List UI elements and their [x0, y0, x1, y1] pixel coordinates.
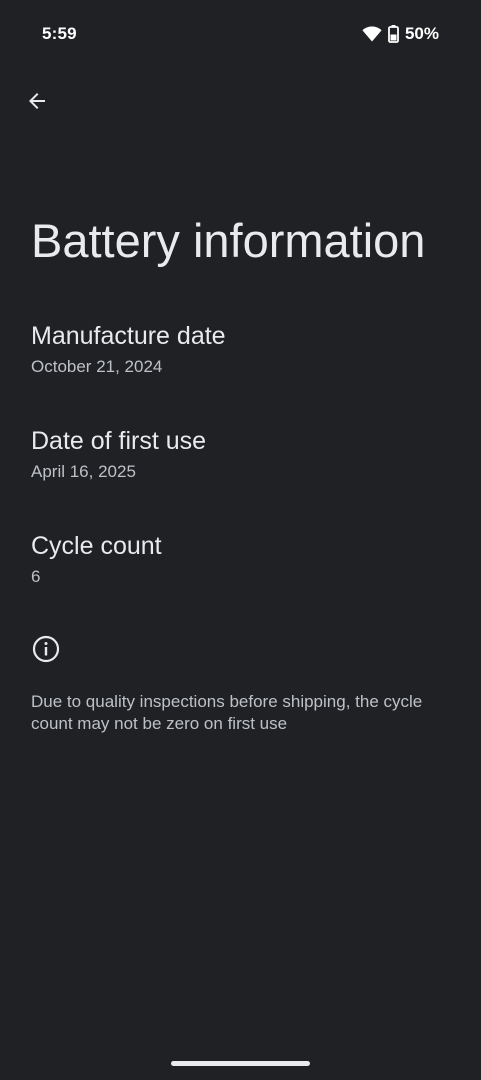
status-indicators: 50% — [362, 24, 439, 44]
wifi-icon — [362, 26, 382, 42]
battery-icon — [388, 25, 399, 43]
battery-percent: 50% — [404, 24, 439, 43]
back-button[interactable] — [14, 80, 60, 126]
status-bar: 5:59 50% — [0, 0, 481, 68]
cycle-count-item: Cycle count 6 — [31, 530, 461, 588]
manufacture-date-item: Manufacture date October 21, 2024 — [31, 320, 461, 378]
cycle-count-label: Cycle count — [31, 532, 162, 560]
manufacture-date-label: Manufacture date — [31, 322, 226, 350]
manufacture-date-value: October 21, 2024 — [31, 357, 163, 376]
arrow-back-icon — [25, 89, 49, 118]
cycle-count-note: Due to quality inspections before shippi… — [31, 692, 423, 733]
battery-information-screen: 5:59 50% Battery information Manufacture… — [0, 0, 481, 1080]
info-icon — [31, 634, 61, 664]
first-use-date-label: Date of first use — [31, 427, 207, 455]
page-title: Battery information — [31, 214, 426, 267]
gesture-navigation-handle[interactable] — [171, 1061, 310, 1066]
first-use-date-value: April 16, 2025 — [31, 462, 136, 481]
status-time: 5:59 — [42, 24, 77, 43]
cycle-count-value: 6 — [31, 567, 41, 586]
first-use-date-item: Date of first use April 16, 2025 — [31, 425, 461, 483]
